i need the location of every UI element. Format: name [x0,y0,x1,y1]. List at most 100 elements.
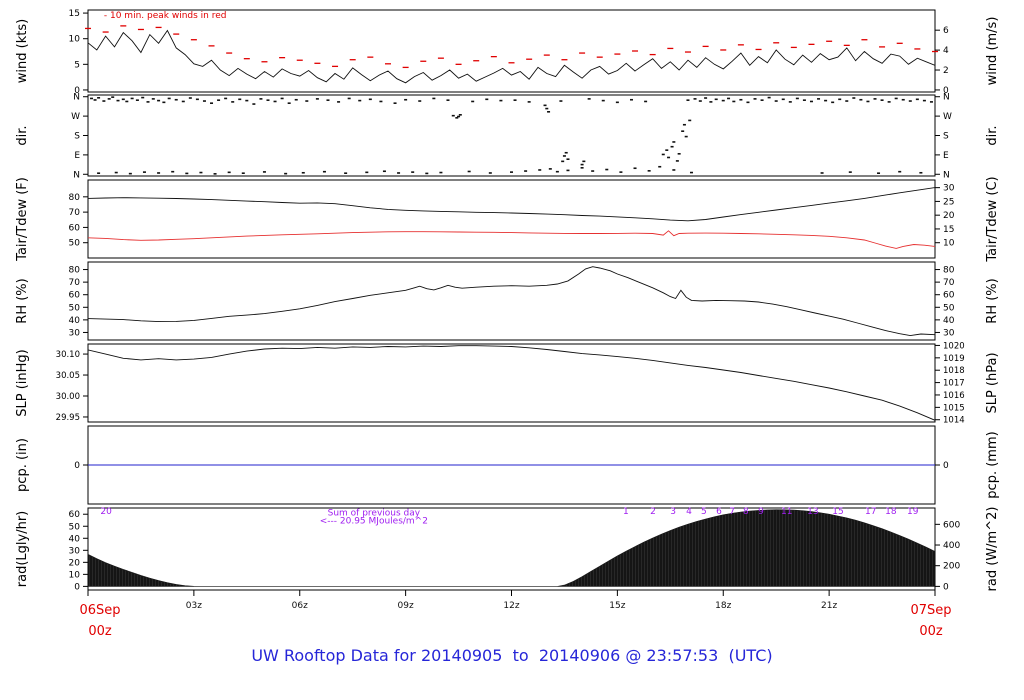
x-tick-label: 09z [398,601,414,611]
rh-ytick-label-right: 40 [943,316,955,326]
x-date-label: 06Sep [79,603,120,618]
x-axis: 03z 06z 09z 12z 15z 18z 21z 06Sep 00z 07Sep 00z [79,590,952,639]
rh-ytick-label-left: 70 [69,278,81,288]
wind-panel-frame [87,9,936,93]
x-date-label: 00z [919,624,943,639]
slp-ytick-label-right: 1016 [943,391,965,401]
x-date-label: 00z [88,624,112,639]
wind-ylabel-left: wind (kts) [15,19,30,83]
pcp-ylabel-right: pcp. (mm) [985,431,1000,498]
rad-ytick-label-right: 600 [943,520,960,530]
rad-annotation: 9 [758,507,764,517]
rh-ytick-label-left: 30 [69,328,81,338]
slp-panel: 29.95 30.00 30.05 30.10 1014 1015 1016 1017 1018… [15,341,1000,425]
rad-annotation: 8 [743,507,749,517]
rad-ytick-label-right: 200 [943,562,960,572]
wind-ytick-label-left: 5 [74,60,80,70]
rad-annotation: 6 [716,507,722,517]
rad-ytick-label-left: 0 [74,582,80,592]
wind-ytick-label-right: 4 [943,46,949,56]
rad-ylabel-left: rad(Lgly/hr) [15,511,30,587]
dir-ytick-label-left: N [73,170,80,180]
dir-ytick-label-left: S [74,132,80,142]
rad-ytick-label-right: 0 [943,582,949,592]
dir-panel: NESWNNESWNdir. dir. [15,93,1000,181]
slp-ytick-label-left: 30.10 [56,350,80,360]
rad-ytick-label-left: 10 [69,570,81,580]
rh-ytick-label-right: 80 [943,266,955,276]
slp-ytick-label-right: 1020 [943,341,965,351]
rh-panel: 30 40 50 60 70 80 30 40 50 60 70 80 RH (%) RH (%) [15,261,1000,341]
rad-ylabel-right: rad (W/m^2) [985,507,1000,592]
temp-ytick-label-left: 80 [69,193,81,203]
dir-ylabel-right: dir. [985,125,1000,145]
wind-ylabel-right: wind (m/s) [985,17,1000,86]
temp-ylabel-left: Tair/Tdew (F) [15,177,30,262]
temp-ytick-label-right: 10 [943,239,955,249]
rad-ytick-label-left: 60 [69,510,81,520]
dir-ytick-label-right: E [943,151,949,161]
temp-ytick-label-right: 20 [943,211,955,221]
rad-annotation: 11 [781,507,792,517]
slp-ytick-label-right: 1019 [943,354,965,364]
slp-ytick-label-right: 1017 [943,379,965,389]
rad-ytick-label-left: 30 [69,546,81,556]
rad-annotation: 3 [670,507,676,517]
rh-ytick-label-left: 80 [69,266,81,276]
x-tick-label: 18z [715,601,731,611]
temp-ytick-label-left: 50 [69,239,81,249]
rh-ytick-label-right: 60 [943,291,955,301]
rad-annotation: 15 [832,507,843,517]
slp-ylabel-left: SLP (inHg) [15,349,30,417]
x-date-label: 07Sep [910,603,951,618]
multi-panel-chart: 0510150246wind (kts) wind (m/s)- 10 min. … [15,9,1000,639]
rad-annotation: 2 [650,507,656,517]
dir-ytick-label-left: N [73,93,80,103]
rh-ytick-label-right: 70 [943,278,955,288]
x-tick-label: 03z [186,601,202,611]
rh-ytick-label-right: 50 [943,303,955,313]
dir-panel-frame [87,94,936,177]
rad-ytick-label-left: 20 [69,558,81,568]
slp-ylabel-right: SLP (hPa) [985,352,1000,413]
rh-ytick-label-left: 60 [69,291,81,301]
slp-ytick-label-right: 1014 [943,416,965,426]
rh-ytick-label-left: 40 [69,316,81,326]
rad-ytick-label-left: 50 [69,522,81,532]
slp-ytick-label-right: 1018 [943,366,965,376]
slp-ytick-label-right: 1015 [943,403,965,413]
dir-ytick-label-left: E [74,151,80,161]
x-tick-label: 21z [821,601,837,611]
temp-ylabel-right: Tair/Tdew (C) [985,176,1000,262]
pcp-ytick-label-left: 0 [74,461,80,471]
rad-annotation: 19 [907,507,919,517]
wind-ytick-label-left: 15 [69,9,80,19]
dir-ylabel-left: dir. [15,125,30,145]
temp-ytick-label-left: 60 [69,223,81,233]
rh-ylabel-right: RH (%) [985,278,1000,323]
rad-annotation: 7 [729,507,735,517]
rad-annotation: 1 [623,507,629,517]
rad-annotation: 13 [807,507,818,517]
slp-ytick-label-left: 29.95 [56,413,80,423]
chart-title: UW Rooftop Data for 20140905 to 20140906… [251,646,773,665]
x-tick-label: 12z [503,601,519,611]
temp-ytick-label-right: 15 [943,225,954,235]
rh-ylabel-left: RH (%) [15,278,30,323]
rad-annotation: 20 [100,507,112,517]
slp-ytick-label-left: 30.05 [56,371,80,381]
rad-annotation: 17 [865,507,876,517]
rad-annotation: 5 [701,507,707,517]
uw-rooftop-weather-plot: 0 5 10 15 0 2 4 6 wind (kts) wind (m/s) - 10 min. … [0,0,1024,700]
rad-ytick-label-right: 400 [943,541,960,551]
wind-panel: 0510150246wind (kts) wind (m/s)- 10 min. … [15,9,1000,96]
dir-ytick-label-right: N [943,93,950,103]
temp-ytick-label-left: 70 [69,208,81,218]
slp-ytick-label-left: 30.00 [56,392,80,402]
temp-panel: 50 60 70 80 10 15 20 25 30 Tair/Tdew (F) Tair/Tdew… [15,176,1000,262]
rad-ytick-label-left: 40 [69,534,81,544]
x-tick-label: 15z [609,601,625,611]
temp-panel-frame [87,179,936,259]
wind-ytick-label-left: 10 [69,35,81,45]
rad-panel: 01020304050600200400600rad(Lgly/hr) rad (… [15,507,1000,593]
